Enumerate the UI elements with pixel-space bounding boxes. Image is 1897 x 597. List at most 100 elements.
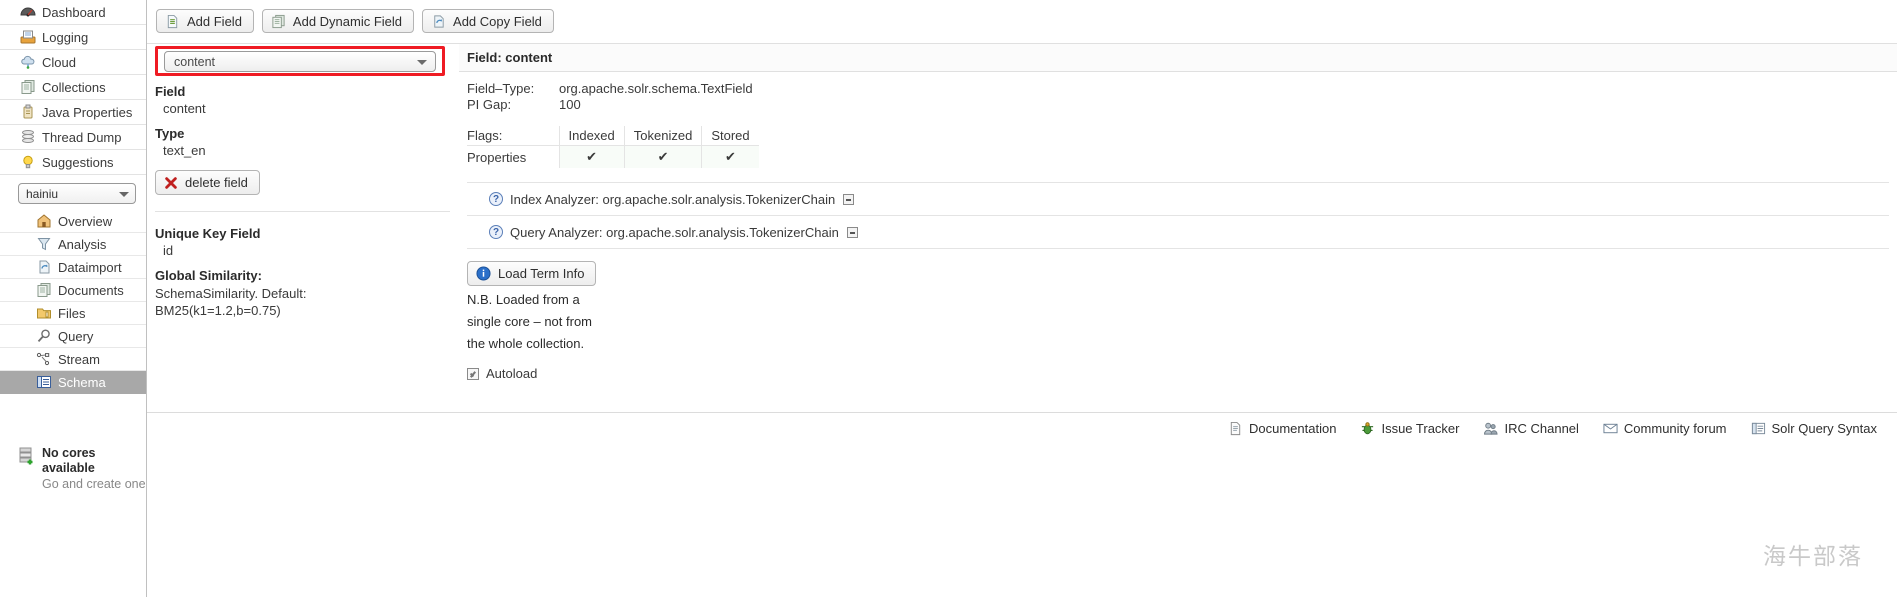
autoload-checkbox[interactable] [467,368,479,380]
term-info-note-line3: the whole collection. [467,336,1889,352]
type-value: text_en [163,143,450,158]
unique-key-value: id [163,243,450,258]
delete-field-button[interactable]: delete field [155,170,260,195]
issue-tracker-icon [1360,421,1375,436]
flag-column-indexed: Indexed [559,126,624,146]
footer-link-label: Community forum [1624,421,1727,436]
add-dynamic-field-button[interactable]: Add Dynamic Field [262,9,414,33]
sidebar-core-nav: Overview Analysis Dataimport Documents [0,210,146,394]
core-selector-wrapper: hainiu [0,175,146,208]
delete-field-label: delete field [185,175,248,190]
field-select[interactable]: content [164,51,436,72]
query-magnifier-icon [36,328,52,344]
footer-link-documentation[interactable]: Documentation [1228,421,1336,436]
overview-home-icon [36,213,52,229]
sidebar-item-analysis[interactable]: Analysis [0,233,146,256]
no-cores-text-group: No cores available Go and create one [42,446,147,492]
flags-header-row: Flags: Indexed Tokenized Stored [467,126,759,146]
sidebar-item-label: Dashboard [42,5,106,20]
index-analyzer-row[interactable]: ? Index Analyzer: org.apache.solr.analys… [467,182,1889,215]
footer-link-label: IRC Channel [1504,421,1578,436]
load-term-info-button[interactable]: Load Term Info [467,261,596,286]
flags-label: Flags: [467,126,559,146]
query-analyzer-row[interactable]: ? Query Analyzer: org.apache.solr.analys… [467,215,1889,248]
logging-icon [20,29,36,45]
sidebar-item-documents[interactable]: Documents [0,279,146,302]
field-type-label: Field–Type: [467,81,559,97]
add-dynamic-field-label: Add Dynamic Field [293,14,402,29]
sidebar-item-thread-dump[interactable]: Thread Dump [0,125,146,150]
dataimport-icon [36,259,52,275]
term-info-note-line1: N.B. Loaded from a [467,292,1889,308]
footer-link-issue-tracker[interactable]: Issue Tracker [1360,421,1459,436]
core-selector[interactable]: hainiu [18,183,136,204]
java-properties-icon [20,104,36,120]
sidebar-main-nav: Dashboard Logging Cloud Collections [0,0,146,175]
divider [155,211,450,212]
sidebar-item-schema[interactable]: Schema [0,371,146,394]
help-question-icon[interactable]: ? [489,225,503,239]
cloud-icon [20,54,36,70]
add-copy-field-icon [431,14,446,29]
field-detail-body: Field–Type: org.apache.solr.schema.TextF… [459,72,1897,381]
sidebar-item-files[interactable]: Files [0,302,146,325]
add-copy-field-button[interactable]: Add Copy Field [422,9,554,33]
autoload-row[interactable]: Autoload [467,366,1889,381]
sidebar-item-label: Suggestions [42,155,114,170]
index-analyzer-label: Index Analyzer: [510,192,599,207]
sidebar-item-stream[interactable]: Stream [0,348,146,371]
sidebar-item-label: Overview [58,214,112,229]
flag-column-tokenized: Tokenized [624,126,702,146]
sidebar-item-logging[interactable]: Logging [0,25,146,50]
sidebar-item-java-properties[interactable]: Java Properties [0,100,146,125]
property-check-tokenized: ✔ [624,146,702,169]
sidebar-item-label: Cloud [42,55,76,70]
footer-link-label: Documentation [1249,421,1336,436]
core-selector-value: hainiu [26,187,58,201]
footer-link-label: Issue Tracker [1381,421,1459,436]
community-forum-icon [1603,421,1618,436]
sidebar-item-label: Files [58,306,85,321]
footer-link-solr-query-syntax[interactable]: Solr Query Syntax [1751,421,1878,436]
unique-key-heading: Unique Key Field [155,226,450,241]
sidebar-item-label: Query [58,329,93,344]
stream-icon [36,351,52,367]
irc-channel-icon [1483,421,1498,436]
no-cores-notice[interactable]: No cores available Go and create one [0,446,147,492]
field-detail-panel: Field: content Field–Type: org.apache.so… [459,44,1897,381]
footer-link-irc-channel[interactable]: IRC Channel [1483,421,1578,436]
sidebar-item-overview[interactable]: Overview [0,210,146,233]
suggestions-icon [20,154,36,170]
autoload-label: Autoload [486,366,537,381]
help-question-icon[interactable]: ? [489,192,503,206]
sidebar-item-label: Logging [42,30,88,45]
add-field-button[interactable]: Add Field [156,9,254,33]
flags-table: Flags: Indexed Tokenized Stored Properti… [467,126,759,168]
sidebar-item-suggestions[interactable]: Suggestions [0,150,146,175]
field-value: content [163,101,450,116]
no-cores-subtitle[interactable]: Go and create one [42,476,147,492]
footer-link-community-forum[interactable]: Community forum [1603,421,1727,436]
global-similarity-line2: BM25(k1=1.2,b=0.75) [155,302,450,319]
field-detail-header: Field: content [459,44,1897,72]
sidebar-item-label: Stream [58,352,100,367]
files-folder-icon [36,305,52,321]
dashboard-icon [20,4,36,20]
index-analyzer-value: org.apache.solr.analysis.TokenizerChain [603,192,836,207]
collapse-toggle-icon[interactable] [847,227,858,238]
sidebar-item-dataimport[interactable]: Dataimport [0,256,146,279]
sidebar-item-dashboard[interactable]: Dashboard [0,0,146,25]
field-type-row: Field–Type: org.apache.solr.schema.TextF… [467,81,1897,97]
delete-x-icon [164,176,178,190]
sidebar-item-label: Java Properties [42,105,132,120]
property-check-stored: ✔ [702,146,759,169]
watermark: 海牛部落 [1763,537,1863,571]
add-dynamic-field-icon [271,14,286,29]
pi-gap-value: 100 [559,97,581,113]
add-field-icon [165,14,180,29]
sidebar-item-collections[interactable]: Collections [0,75,146,100]
sidebar-item-cloud[interactable]: Cloud [0,50,146,75]
flag-column-stored: Stored [702,126,759,146]
collapse-toggle-icon[interactable] [843,194,854,205]
sidebar-item-query[interactable]: Query [0,325,146,348]
